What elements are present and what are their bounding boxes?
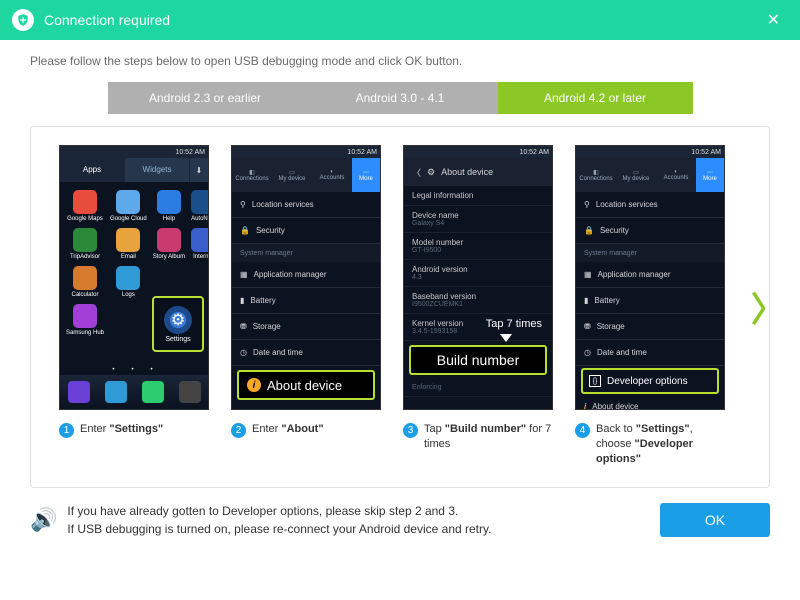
settings-highlight: ⚙Settings xyxy=(152,296,204,352)
instruction-text: Please follow the steps below to open US… xyxy=(30,54,770,68)
shield-icon xyxy=(12,9,34,31)
tap-7-times-label: Tap 7 times xyxy=(486,318,542,330)
developer-options-highlight: {}Developer options xyxy=(581,368,719,394)
window-title: Connection required xyxy=(44,12,759,28)
phone-screenshot-4: 10:52 AM ◧Connections ▭My device ◐Accoun… xyxy=(575,145,725,410)
ok-button[interactable]: OK xyxy=(660,503,770,537)
phone-screenshot-1: 10:52 AM AppsWidgets⬇ Google Maps Google… xyxy=(59,145,209,410)
speaker-icon: 🔊 xyxy=(30,507,57,533)
caption-1: Enter "Settings" xyxy=(80,422,163,438)
build-number-highlight: Build number xyxy=(409,345,547,375)
close-icon[interactable]: ✕ xyxy=(759,6,788,34)
about-device-highlight: iAbout device xyxy=(237,370,375,400)
caption-4: Back to "Settings", choose "Developer op… xyxy=(596,422,725,467)
steps-panel: 10:52 AM AppsWidgets⬇ Google Maps Google… xyxy=(30,126,770,488)
phone-screenshot-3: 10:52 AM 〈⚙About device Legal informatio… xyxy=(403,145,553,410)
tab-android-42[interactable]: Android 4.2 or later xyxy=(498,82,693,114)
arrow-down-icon xyxy=(500,334,512,342)
tab-android-30[interactable]: Android 3.0 - 4.1 xyxy=(303,82,498,114)
phone-screenshot-2: 10:52 AM ◧Connections ▭My device ◐Accoun… xyxy=(231,145,381,410)
caption-2: Enter "About" xyxy=(252,422,324,438)
caption-3: Tap "Build number" for 7 times xyxy=(424,422,553,452)
tab-android-23[interactable]: Android 2.3 or earlier xyxy=(108,82,303,114)
android-version-tabs: Android 2.3 or earlier Android 3.0 - 4.1… xyxy=(30,82,770,114)
footer-message: If you have already gotten to Developer … xyxy=(67,502,650,538)
next-arrow-icon[interactable]: 〉 xyxy=(751,282,785,331)
